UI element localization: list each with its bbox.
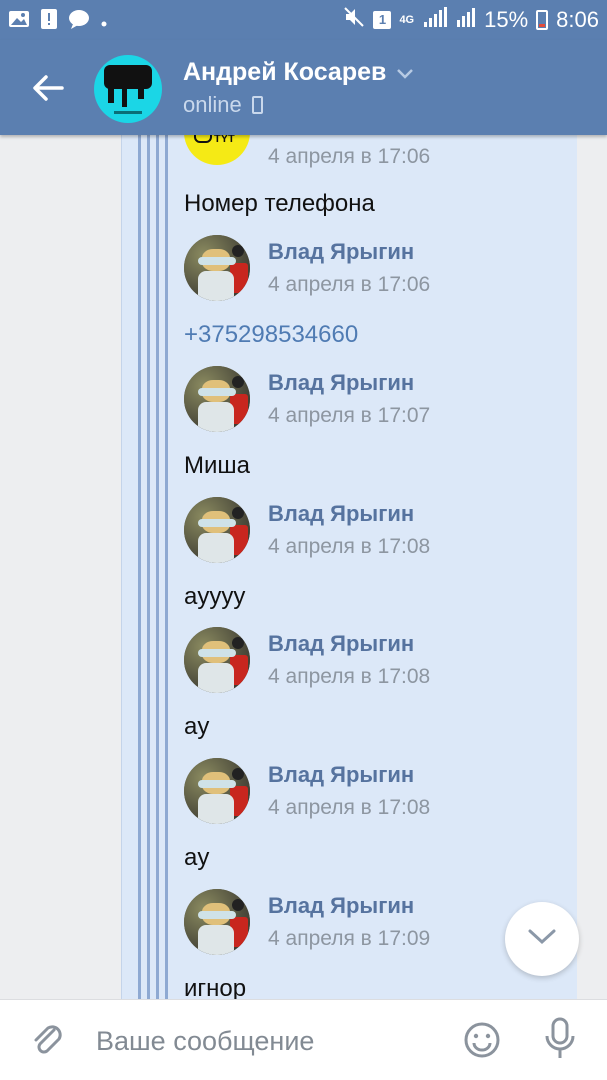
chevron-down-icon [527, 928, 557, 951]
quote-line [156, 135, 159, 999]
message-text: Миша [184, 452, 250, 479]
message-date: 4 апреля в 17:07 [268, 404, 431, 427]
paperclip-icon[interactable] [28, 1020, 68, 1060]
quote-line [147, 135, 150, 999]
phone-link[interactable]: +375298534660 [184, 321, 358, 349]
tyt-logo-icon [194, 135, 212, 143]
microphone-icon[interactable] [540, 1016, 580, 1062]
sender-name[interactable]: Влад Ярыгин [268, 893, 414, 919]
mute-icon [343, 6, 365, 34]
battery-percent: 15% [484, 7, 529, 32]
battery-icon [536, 10, 549, 30]
contact-name[interactable]: Андрей Косарев [183, 58, 414, 87]
dot-icon [100, 10, 108, 34]
sender-avatar[interactable] [184, 627, 250, 693]
sender-name[interactable]: Влад Ярыгин [268, 370, 414, 396]
contact-name-text: Андрей Косарев [183, 58, 387, 86]
contact-status: online [183, 92, 263, 118]
mobile-icon [251, 96, 263, 114]
message-text: ay [184, 713, 210, 740]
message-date: 4 апреля в 17:08 [268, 796, 431, 819]
sender-avatar[interactable] [184, 497, 250, 563]
signal-icon [422, 6, 448, 34]
quote-line [138, 135, 141, 999]
sender-name[interactable]: Влад Ярыгин [268, 501, 414, 527]
logo-text: TYT [214, 135, 235, 145]
message-date: 4 апреля в 17:08 [268, 535, 431, 558]
scroll-down-button[interactable] [505, 902, 579, 976]
chevron-down-icon[interactable] [396, 58, 414, 87]
message-text: Номер телефона [184, 190, 375, 217]
gallery-icon [8, 9, 30, 35]
sender-name[interactable]: Влад Ярыгин [268, 631, 414, 657]
message-date: 4 апреля в 17:06 [268, 145, 431, 168]
smile-icon[interactable] [462, 1020, 502, 1060]
sender-name[interactable]: Влад Ярыгин [268, 762, 414, 788]
quote-line [165, 135, 168, 999]
sender-name[interactable]: Влад Ярыгин [268, 239, 414, 265]
signal-2-icon [456, 6, 476, 34]
arrow-left-icon[interactable] [28, 68, 68, 108]
message-date: 4 апреля в 17:09 [268, 927, 431, 950]
chat-notification-icon [68, 9, 90, 35]
message-date: 4 апреля в 17:08 [268, 665, 431, 688]
message-date: 4 апреля в 17:06 [268, 273, 431, 296]
sender-avatar[interactable] [184, 889, 250, 955]
sender-avatar[interactable] [184, 366, 250, 432]
message-input[interactable]: Ваше сообщение [96, 1026, 314, 1057]
contact-avatar[interactable] [94, 55, 162, 123]
message-list[interactable]: TYT 4 апреля в 17:06 Номер телефона Влад… [0, 135, 607, 999]
message-text: ayyyy [184, 583, 246, 610]
sender-avatar[interactable] [184, 235, 250, 301]
status-bar: 1 4G 15% 8:06 [0, 0, 607, 40]
message-text: игнор [184, 975, 247, 999]
message-input-bar: Ваше сообщение [0, 999, 607, 1080]
network-type: 4G [399, 13, 415, 26]
chat-header: Андрей Косарев online [0, 40, 607, 135]
sender-avatar[interactable] [184, 758, 250, 824]
status-text: online [183, 92, 242, 117]
message-text: ay [184, 844, 210, 871]
clock: 8:06 [556, 7, 599, 32]
sim-badge: 1 [373, 11, 392, 29]
alert-icon [40, 8, 58, 36]
